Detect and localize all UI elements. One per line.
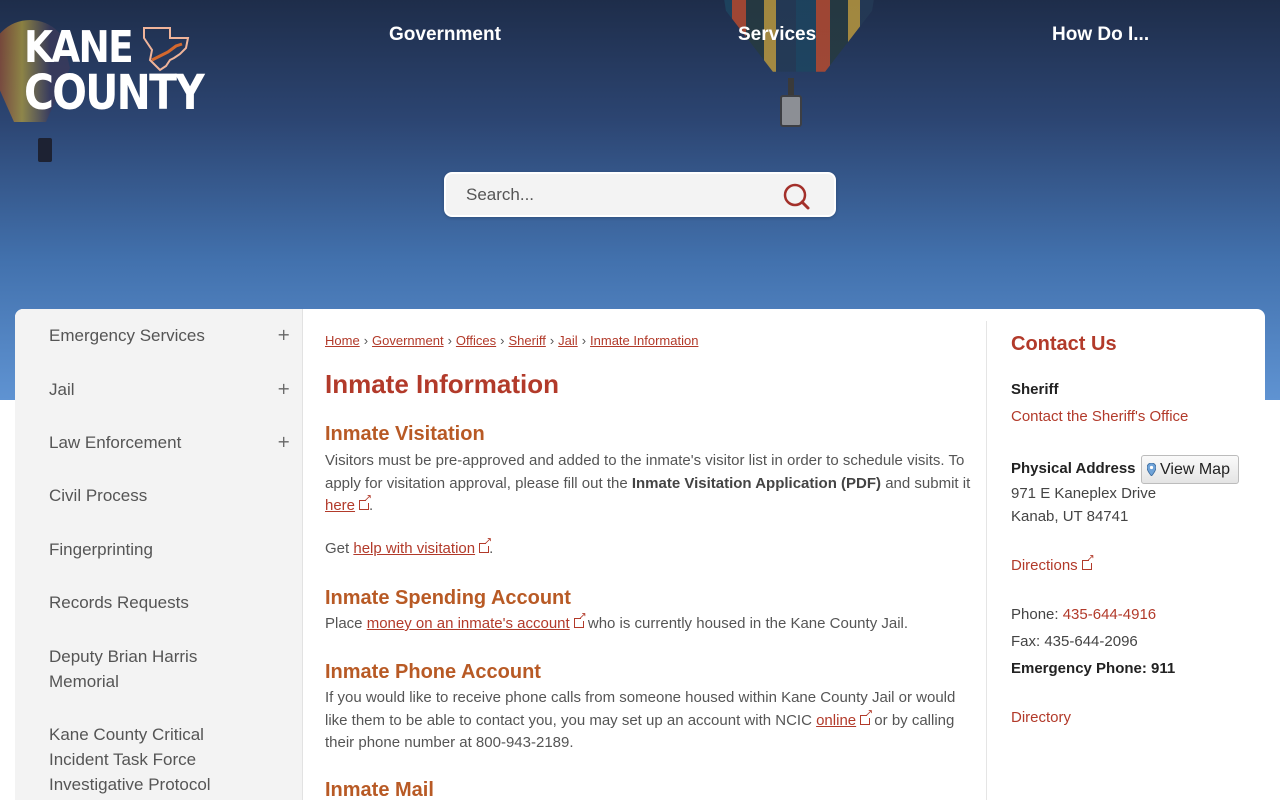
content-card: Emergency Services + Jail + Law Enforcem… (15, 309, 1265, 800)
here-link-label: here (325, 497, 356, 514)
external-link-icon (359, 494, 372, 510)
view-map-button[interactable]: View Map (1141, 455, 1239, 484)
search-input[interactable] (466, 183, 786, 207)
phone-number-link[interactable]: 435-644-4916 (1063, 606, 1156, 623)
breadcrumb-jail[interactable]: Jail (558, 333, 578, 348)
breadcrumb-separator: › (549, 333, 555, 348)
map-pin-icon (1147, 463, 1156, 476)
search-button[interactable] (782, 181, 812, 211)
breadcrumb-offices[interactable]: Offices (456, 333, 496, 348)
heading-inmate-spending-account: Inmate Spending Account (325, 587, 571, 609)
spending-text-2: who is currently housed in the Kane Coun… (583, 615, 909, 632)
visitation-paragraph: Visitors must be pre-approved and added … (325, 450, 975, 518)
breadcrumb: Home › Government › Offices › Sheriff › Jail › Inm… (325, 333, 698, 348)
nav-how-do-i[interactable]: How Do I... (1052, 24, 1149, 46)
sidebar-item-jail[interactable]: Jail (49, 377, 289, 402)
visitation-application-label: Inmate Visitation Application (PDF) (631, 474, 882, 492)
heading-inmate-phone-account: Inmate Phone Account (325, 661, 541, 683)
heading-inmate-visitation: Inmate Visitation (325, 423, 485, 445)
help-with-visitation-link[interactable]: help with visitation (353, 537, 492, 557)
directory-link[interactable]: Directory (1011, 707, 1071, 729)
external-link-icon (860, 709, 873, 725)
sidebar-item-civil-process[interactable]: Civil Process (49, 483, 289, 508)
online-link-label: online (816, 711, 857, 729)
balloon-rope-right (788, 78, 794, 96)
sidebar-item-emergency-services[interactable]: Emergency Services (49, 323, 289, 348)
address-city: Kanab, UT 84741 (1011, 508, 1129, 525)
sidebar-item-fingerprinting[interactable]: Fingerprinting (49, 537, 289, 562)
phone-paragraph: If you would like to receive phone calls… (325, 687, 975, 755)
sidebar-item-deputy-memorial[interactable]: Deputy Brian Harris Memorial (49, 644, 219, 694)
physical-address-label: Physical Address (1011, 460, 1136, 477)
phone-line: Phone: 435-644-4916 (1011, 604, 1156, 626)
sidebar-item-records-requests[interactable]: Records Requests (49, 590, 289, 615)
external-link-icon (573, 612, 587, 628)
emergency-phone: Emergency Phone: 911 (1011, 660, 1176, 677)
expand-plus-icon[interactable]: + (277, 325, 290, 344)
contact-sidebar: Contact Us Sheriff Contact the Sheriff's… (986, 321, 1265, 800)
contact-us-heading: Contact Us (1011, 333, 1117, 355)
sidebar-item-critical-incident[interactable]: Kane County Critical Incident Task Force… (49, 722, 229, 797)
heading-inmate-mail: Inmate Mail (325, 779, 434, 800)
address-street: 971 E Kaneplex Drive (1011, 485, 1157, 502)
search-icon (783, 183, 810, 210)
directions-label: Directions (1011, 557, 1078, 574)
breadcrumb-inmate-information[interactable]: Inmate Information (590, 333, 698, 348)
balloon-basket-left (38, 138, 52, 162)
expand-plus-icon[interactable]: + (277, 379, 290, 398)
sidebar-item-law-enforcement[interactable]: Law Enforcement (49, 430, 289, 455)
fax-line: Fax: 435-644-2096 (1011, 633, 1138, 650)
money-on-account-link[interactable]: money on an inmate's account (366, 612, 587, 632)
contact-sheriff-link[interactable]: Contact the Sheriff's Office (1011, 406, 1188, 428)
logo-line2: COUNTY (24, 65, 205, 121)
breadcrumb-separator: › (500, 333, 505, 348)
page-title: Inmate Information (325, 369, 560, 399)
phone-label: Phone: (1011, 606, 1063, 623)
top-navigation: Government Services How Do I... (0, 24, 1280, 52)
breadcrumb-home[interactable]: Home (325, 333, 360, 348)
external-link-icon (479, 537, 492, 553)
breadcrumb-government[interactable]: Government (372, 333, 444, 348)
breadcrumb-separator: › (447, 333, 452, 348)
search-bar (444, 172, 836, 217)
money-link-label: money on an inmate's account (366, 615, 570, 632)
breadcrumb-sheriff[interactable]: Sheriff (508, 333, 545, 348)
visitation-text-2: and submit it (881, 474, 971, 492)
here-link[interactable]: here (325, 494, 372, 514)
view-map-label: View Map (1160, 461, 1230, 478)
external-link-icon (1081, 554, 1095, 570)
spending-text: Place (325, 615, 367, 632)
breadcrumb-separator: › (363, 333, 369, 348)
balloon-basket-right (780, 95, 802, 127)
expand-plus-icon[interactable]: + (277, 432, 290, 451)
directions-link[interactable]: Directions (1011, 554, 1095, 577)
sidebar-nav: Emergency Services + Jail + Law Enforcem… (15, 309, 303, 800)
breadcrumb-separator: › (581, 333, 587, 348)
visitation-help-paragraph: Get help with visitation. (325, 537, 975, 561)
ncic-online-link[interactable]: online (816, 709, 873, 729)
help-link-label: help with visitation (353, 540, 476, 557)
nav-government[interactable]: Government (389, 24, 501, 46)
nav-services[interactable]: Services (738, 24, 816, 46)
contact-department: Sheriff (1011, 381, 1059, 398)
get-text: Get (325, 540, 354, 557)
spending-paragraph: Place money on an inmate's account who i… (325, 612, 975, 636)
